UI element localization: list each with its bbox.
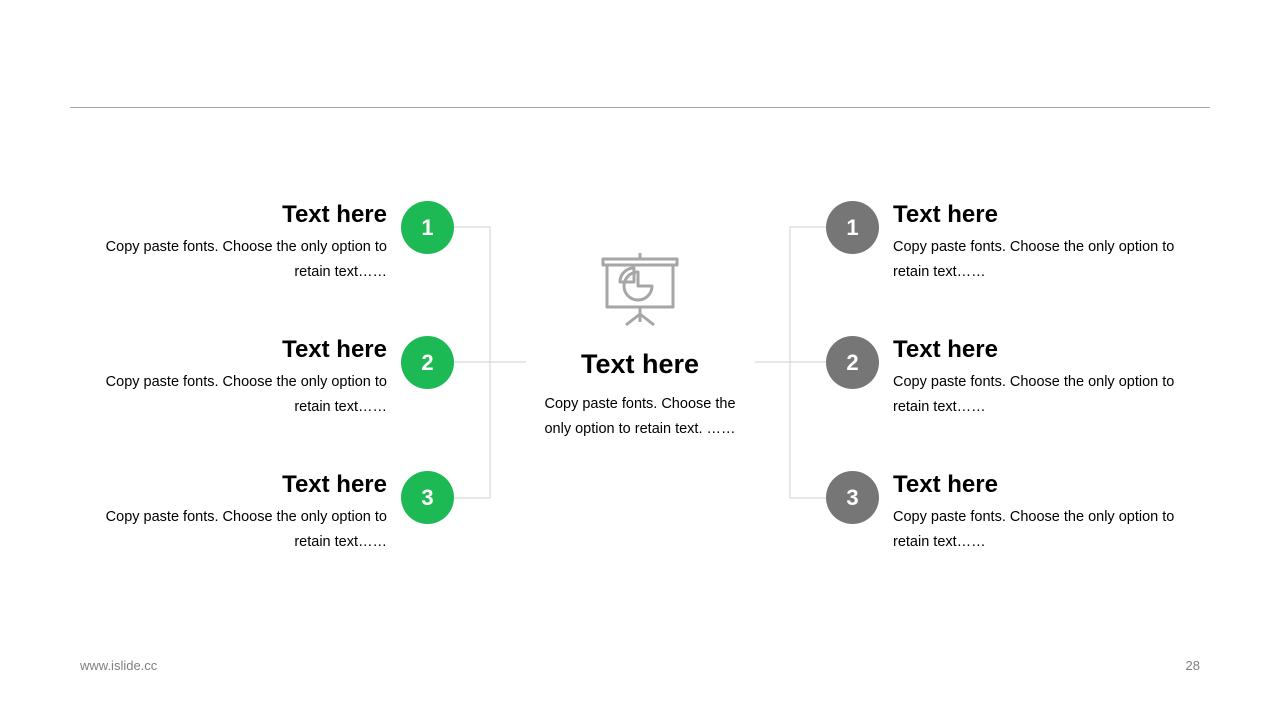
left-item-3: Text here Copy paste fonts. Choose the o… xyxy=(87,471,387,555)
right-item-2-description: Copy paste fonts. Choose the only option… xyxy=(893,374,1175,415)
right-item-2-title: Text here xyxy=(893,336,998,363)
page-number: 28 xyxy=(1185,658,1200,673)
right-badge-2: 2 xyxy=(826,336,879,389)
right-badge-1: 1 xyxy=(826,201,879,254)
left-badge-3: 3 xyxy=(401,471,454,524)
left-item-2-description: Copy paste fonts. Choose the only option… xyxy=(105,374,387,415)
left-item-2-title: Text here xyxy=(282,336,387,363)
presentation-pie-chart-icon xyxy=(601,253,679,327)
left-item-1: Text here Copy paste fonts. Choose the o… xyxy=(87,201,387,285)
left-badge-1: 1 xyxy=(401,201,454,254)
right-item-3: Text here Copy paste fonts. Choose the o… xyxy=(893,471,1193,555)
right-item-2: Text here Copy paste fonts. Choose the o… xyxy=(893,336,1193,420)
right-item-1-description: Copy paste fonts. Choose the only option… xyxy=(893,239,1175,280)
center-title: Text here xyxy=(580,349,700,379)
left-item-3-title: Text here xyxy=(282,471,387,498)
right-item-3-description: Copy paste fonts. Choose the only option… xyxy=(893,509,1175,550)
footer-url[interactable]: www.islide.cc xyxy=(80,658,157,673)
left-item-1-description: Copy paste fonts. Choose the only option… xyxy=(105,239,387,280)
left-item-3-description: Copy paste fonts. Choose the only option… xyxy=(105,509,387,550)
center-description: Copy paste fonts. Choose the only option… xyxy=(544,396,736,437)
right-item-1: Text here Copy paste fonts. Choose the o… xyxy=(893,201,1193,285)
right-item-1-title: Text here xyxy=(893,201,998,228)
left-badge-2: 2 xyxy=(401,336,454,389)
left-item-2: Text here Copy paste fonts. Choose the o… xyxy=(87,336,387,420)
right-badge-3: 3 xyxy=(826,471,879,524)
right-item-3-title: Text here xyxy=(893,471,998,498)
left-item-1-title: Text here xyxy=(282,201,387,228)
